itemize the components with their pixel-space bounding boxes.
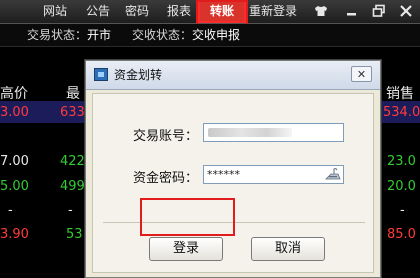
cancel-button[interactable]: 取消 (251, 237, 325, 261)
password-value: ****** (207, 168, 240, 181)
login-button[interactable]: 登录 (149, 237, 223, 261)
cell-high-3: - (8, 203, 13, 218)
column-header-high: 高价 (0, 86, 28, 102)
cell-mid-3: - (68, 203, 73, 218)
shirt-icon[interactable] (314, 4, 328, 18)
close-icon[interactable] (399, 4, 413, 18)
restore-icon[interactable] (372, 4, 386, 18)
password-field[interactable]: ****** (203, 165, 344, 184)
menu-report[interactable]: 报表 (167, 0, 191, 23)
login-highlight-box (140, 198, 235, 236)
cell-right-0: 534.0 (383, 105, 420, 120)
settle-status-value: 交收申报 (192, 28, 241, 42)
minimize-icon[interactable] (345, 4, 359, 18)
account-label: 交易账号： (133, 129, 199, 144)
app-icon (94, 68, 108, 81)
cell-high-1: 7.00 (0, 154, 29, 169)
password-label: 资金密码： (133, 171, 199, 186)
cell-right-4: 85.0 (387, 227, 416, 242)
dialog-title: 资金划转 (114, 68, 163, 82)
cell-mid-4: 53 (66, 227, 83, 242)
soft-keyboard-icon[interactable] (325, 167, 341, 182)
account-redacted (208, 128, 292, 137)
menu-announcement[interactable]: 公告 (86, 0, 110, 23)
column-header-latest: 最 (66, 86, 80, 102)
status-bar: 交易状态： 开市 交收状态： 交收申报 (0, 24, 420, 47)
trade-status-value: 开市 (87, 28, 112, 42)
cell-right-2: 20.0 (387, 179, 416, 194)
cell-right-1: 23.0 (387, 154, 416, 169)
account-field[interactable] (203, 123, 344, 142)
dialog-close-button[interactable]: ✕ (351, 66, 372, 82)
cell-mid-1: 422 (60, 154, 85, 169)
cell-high-4: 3.90 (0, 227, 29, 242)
trade-status-label: 交易状态： (27, 28, 88, 42)
dialog-body: 交易账号： 资金密码： ****** 登录 取消 (92, 93, 374, 273)
cell-mid-2: 499 (60, 179, 85, 194)
fund-transfer-dialog: 资金划转 ✕ 交易账号： 资金密码： ****** 登录 取消 (85, 60, 381, 278)
settle-status-label: 交收状态： (132, 28, 193, 42)
menu-relogin[interactable]: 重新登录 (249, 0, 297, 23)
menu-password[interactable]: 密码 (125, 0, 149, 23)
cell-high-2: 5.00 (0, 179, 29, 194)
dialog-title-bar[interactable]: 资金划转 ✕ (86, 61, 380, 90)
menu-website[interactable]: 网站 (43, 0, 67, 23)
cell-right-3: - (400, 203, 405, 218)
cell-mid-0: 633 (60, 105, 85, 120)
cell-high-0: 3.00 (0, 105, 29, 120)
